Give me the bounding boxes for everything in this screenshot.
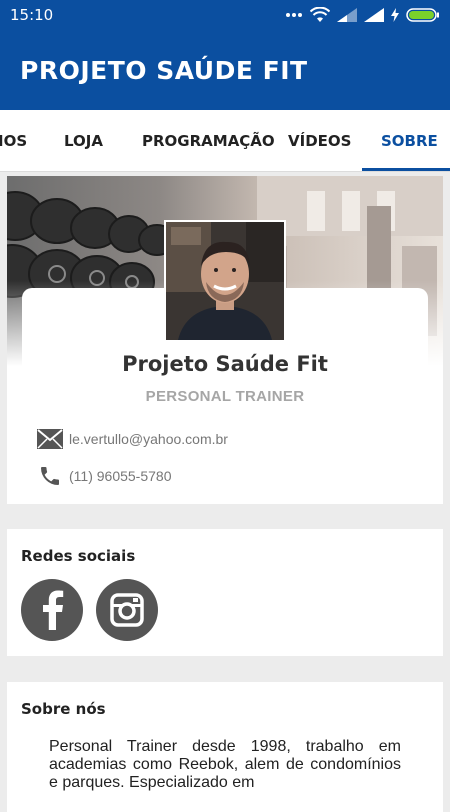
instagram-button[interactable]: [96, 579, 158, 641]
social-card: Redes sociais: [7, 529, 443, 656]
tab-programacao[interactable]: PROGRAMAÇÃO: [142, 110, 275, 172]
status-time: 15:10: [10, 6, 54, 24]
social-title: Redes sociais: [21, 547, 136, 565]
tab-bar: IOS LOJA PROGRAMAÇÃO VÍDEOS SOBRE: [0, 110, 450, 172]
about-text: Personal Trainer desde 1998, trabalho em…: [49, 738, 401, 791]
profile-card: Projeto Saúde Fit PERSONAL TRAINER le.ve…: [7, 176, 443, 504]
charging-icon: [391, 8, 399, 22]
facebook-icon: [43, 590, 64, 630]
facebook-button[interactable]: [21, 579, 83, 641]
app-title: PROJETO SAÚDE FIT: [20, 55, 308, 85]
signal-icon: [337, 8, 357, 22]
tab-sobre[interactable]: SOBRE: [381, 110, 438, 172]
signal-icon: [364, 8, 384, 22]
profile-role: PERSONAL TRAINER: [145, 388, 305, 405]
phone-text: (11) 96055-5780: [69, 468, 172, 484]
status-icons: [285, 7, 440, 23]
phone-icon: [37, 464, 63, 488]
instagram-icon: [110, 593, 144, 627]
app-bar: PROJETO SAÚDE FIT: [0, 30, 450, 110]
phone-row[interactable]: (11) 96055-5780: [37, 464, 171, 488]
battery-icon: [406, 8, 439, 22]
wifi-icon: [310, 7, 330, 22]
email-text: le.vertullo@yahoo.com.br: [69, 431, 228, 447]
avatar: [164, 220, 286, 342]
email-row[interactable]: le.vertullo@yahoo.com.br: [37, 427, 228, 451]
active-tab-indicator: [362, 168, 450, 171]
mail-icon: [37, 427, 63, 451]
status-bar: 15:10: [0, 0, 450, 30]
tab-videos[interactable]: VÍDEOS: [288, 110, 351, 172]
more-dots-icon: [286, 13, 302, 17]
tab-ios[interactable]: IOS: [0, 110, 27, 172]
profile-name: Projeto Saúde Fit: [122, 352, 328, 376]
tab-loja[interactable]: LOJA: [64, 110, 103, 172]
about-card: Sobre nós Personal Trainer desde 1998, t…: [7, 682, 443, 812]
about-title: Sobre nós: [21, 700, 106, 718]
